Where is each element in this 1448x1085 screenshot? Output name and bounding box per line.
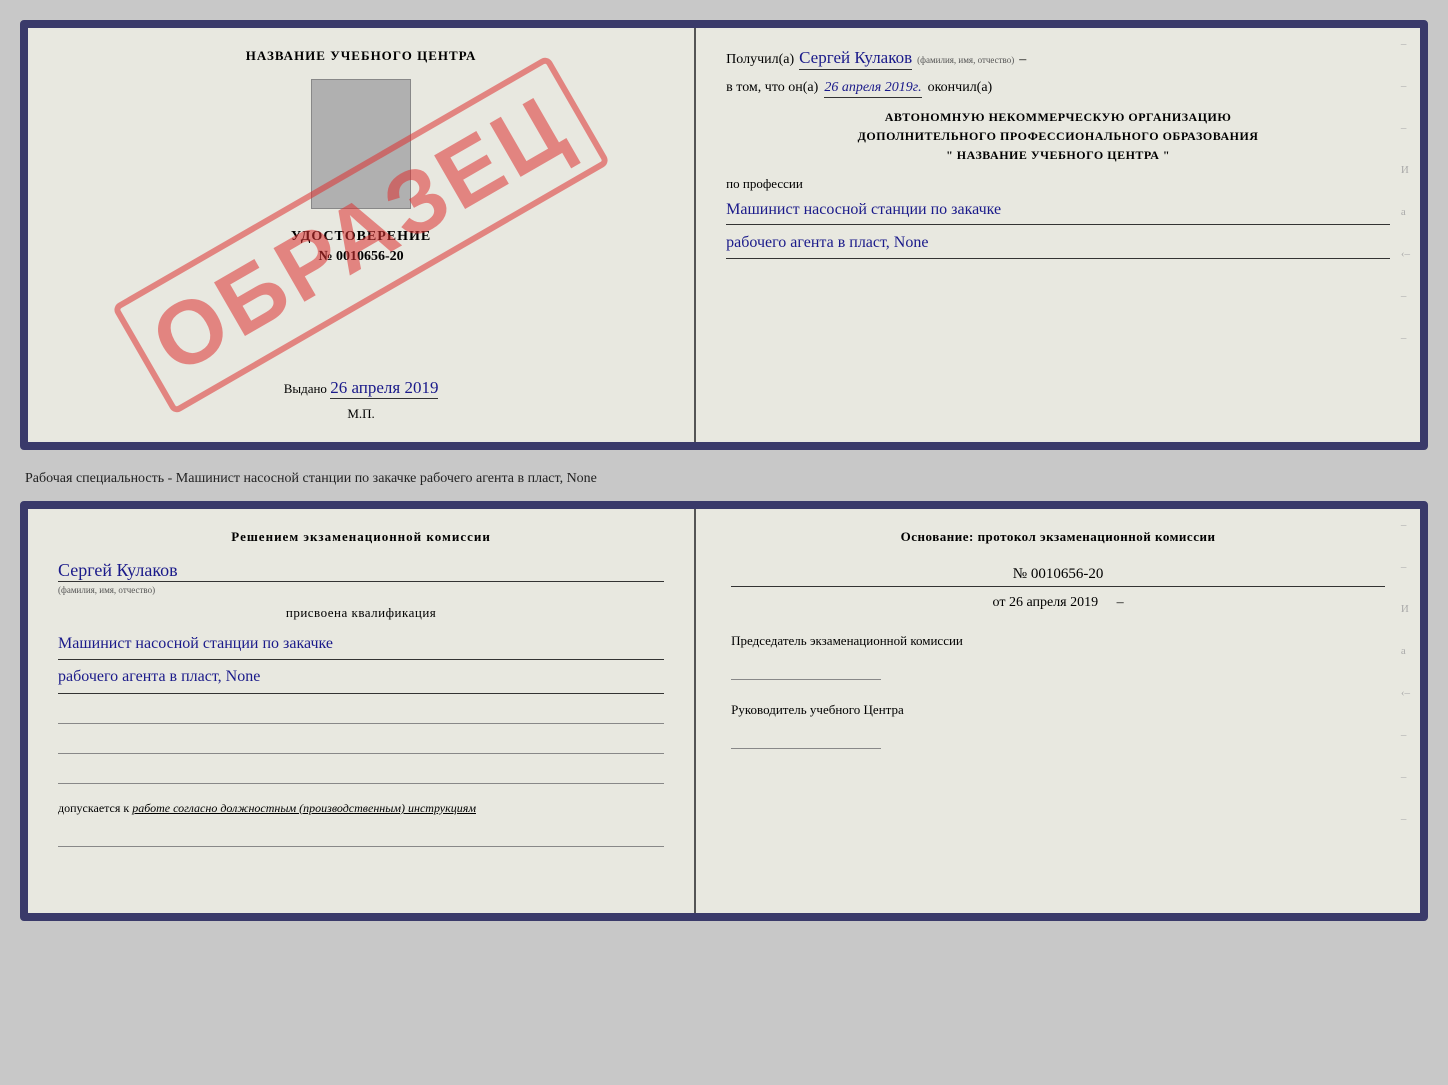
vydano-date: 26 апреля 2019 — [330, 378, 438, 399]
rukovoditel-block: Руководитель учебного Центра — [731, 700, 1385, 749]
qual-line1: Машинист насосной станции по закачке — [58, 629, 664, 660]
vtom-date: 26 апреля 2019г. — [824, 80, 921, 98]
top-document: НАЗВАНИЕ УЧЕБНОГО ЦЕНТРА ОБРАЗЕЦ УДОСТОВ… — [20, 20, 1428, 450]
vtom-label: в том, что он(а) — [726, 80, 818, 96]
vtom-line: в том, что он(а) 26 апреля 2019г. окончи… — [726, 80, 1390, 98]
profession-line2: рабочего агента в пласт, None — [726, 229, 1390, 259]
protocol-number: № 0010656-20 — [731, 566, 1385, 587]
reshen-title: Решением экзаменационной комиссии — [58, 529, 664, 545]
bottom-name: Сергей Кулаков — [58, 560, 664, 582]
subtitle-content: Рабочая специальность - Машинист насосно… — [25, 471, 597, 486]
bottom-right-margin-dashes: ––Иа‹–––– — [1401, 519, 1410, 825]
org-block: АВТОНОМНУЮ НЕКОММЕРЧЕСКУЮ ОРГАНИЗАЦИЮ ДО… — [726, 108, 1390, 166]
udostoverenie-title: УДОСТОВЕРЕНИЕ — [291, 229, 431, 245]
blank-line-4 — [58, 823, 664, 847]
vydano-line: Выдано 26 апреля 2019 — [284, 358, 439, 398]
bottom-name-hint: (фамилия, имя, отчество) — [58, 585, 664, 595]
poluchil-line: Получил(а) Сергей Кулаков (фамилия, имя,… — [726, 48, 1390, 70]
okonchil-label: окончил(а) — [928, 80, 993, 96]
photo-placeholder — [311, 79, 411, 209]
ot-date-line: от 26 апреля 2019 – — [731, 595, 1385, 611]
ot-date: 26 апреля 2019 — [1009, 595, 1098, 610]
dopuskaetsya-text: работе согласно должностным (производств… — [132, 801, 476, 815]
rukovoditel-label: Руководитель учебного Центра — [731, 702, 904, 717]
org-line1: АВТОНОМНУЮ НЕКОММЕРЧЕСКУЮ ОРГАНИЗАЦИЮ — [726, 108, 1390, 127]
org-line3: " НАЗВАНИЕ УЧЕБНОГО ЦЕНТРА " — [726, 146, 1390, 165]
prisvoena-label: присвоена квалификация — [58, 605, 664, 621]
poluchil-dash: – — [1019, 52, 1026, 68]
page-wrapper: НАЗВАНИЕ УЧЕБНОГО ЦЕНТРА ОБРАЗЕЦ УДОСТОВ… — [20, 20, 1428, 921]
blank-line-2 — [58, 730, 664, 754]
po-professii-label: по профессии — [726, 176, 1390, 192]
org-line2: ДОПОЛНИТЕЛЬНОГО ПРОФЕССИОНАЛЬНОГО ОБРАЗО… — [726, 127, 1390, 146]
blank-line-1 — [58, 700, 664, 724]
dopuskaetsya-block: допускается к работе согласно должностны… — [58, 799, 664, 817]
predsedatel-block: Председатель экзаменационной комиссии — [731, 631, 1385, 680]
right-margin-dashes: –––Иа‹––– — [1401, 38, 1410, 344]
subtitle-text: Рабочая специальность - Машинист насосно… — [20, 460, 1428, 491]
poluchil-label: Получил(а) — [726, 52, 794, 68]
bottom-document: Решением экзаменационной комиссии Сергей… — [20, 501, 1428, 921]
predsedatel-sign-line — [731, 660, 881, 680]
bottom-right-panel: ––Иа‹–––– Основание: протокол экзаменаци… — [696, 509, 1420, 913]
poluchil-name: Сергей Кулаков — [799, 48, 912, 70]
profession-line1: Машинист насосной станции по закачке — [726, 196, 1390, 226]
predsedatel-label: Председатель экзаменационной комиссии — [731, 633, 963, 648]
top-left-panel: НАЗВАНИЕ УЧЕБНОГО ЦЕНТРА ОБРАЗЕЦ УДОСТОВ… — [28, 28, 696, 442]
mp-label: М.П. — [347, 406, 374, 422]
poluchil-hint: (фамилия, имя, отчество) — [917, 55, 1014, 65]
osnovanie-title: Основание: протокол экзаменационной коми… — [731, 529, 1385, 545]
rukovoditel-sign-line — [731, 729, 881, 749]
certificate-number-left: № 0010656-20 — [318, 249, 403, 265]
top-right-panel: –––Иа‹––– Получил(а) Сергей Кулаков (фам… — [696, 28, 1420, 442]
vydano-label: Выдано — [284, 381, 327, 396]
blank-line-3 — [58, 760, 664, 784]
dopuskaetsya-label: допускается к — [58, 801, 129, 815]
center-title: НАЗВАНИЕ УЧЕБНОГО ЦЕНТРА — [246, 48, 477, 64]
ot-label: от — [993, 595, 1006, 610]
qual-line2: рабочего агента в пласт, None — [58, 662, 664, 693]
bottom-left-panel: Решением экзаменационной комиссии Сергей… — [28, 509, 696, 913]
